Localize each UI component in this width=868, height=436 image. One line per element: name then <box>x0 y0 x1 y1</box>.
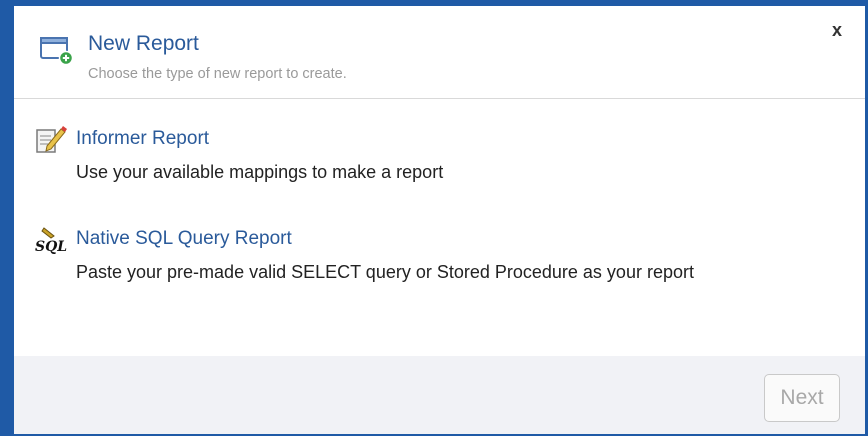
close-button[interactable]: x <box>832 20 842 40</box>
new-report-dialog: New Report Choose the type of new report… <box>0 0 868 436</box>
sql-icon: SQL <box>34 224 70 255</box>
next-button[interactable]: Next <box>764 374 840 422</box>
dialog-subtitle: Choose the type of new report to create. <box>88 66 347 82</box>
dialog-header: New Report Choose the type of new report… <box>14 6 865 99</box>
option-title-informer[interactable]: Informer Report <box>76 128 209 150</box>
option-title-sql[interactable]: Native SQL Query Report <box>76 228 292 250</box>
dialog-title: New Report <box>88 32 199 55</box>
svg-text:SQL: SQL <box>35 239 67 254</box>
report-edit-icon <box>34 124 70 154</box>
option-description-sql: Paste your pre-made valid SELECT query o… <box>76 262 694 282</box>
new-window-icon <box>40 36 74 66</box>
dialog-footer: Next <box>14 356 865 434</box>
option-description-informer: Use your available mappings to make a re… <box>76 162 444 182</box>
